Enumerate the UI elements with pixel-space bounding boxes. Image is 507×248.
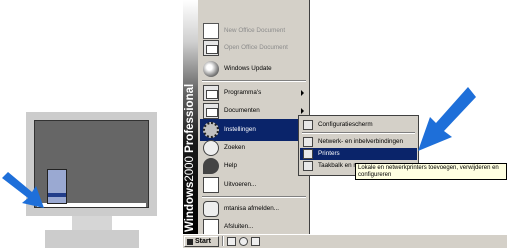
tooltip-line-1: Lokale en netwerkprinters toevoegen, ver… xyxy=(358,165,499,171)
run-icon xyxy=(203,177,219,193)
globe-icon xyxy=(203,61,219,77)
submenu-item-netwerk[interactable]: Netwerk- en inbelverbindingen xyxy=(300,136,417,148)
monitor-stand-base xyxy=(45,230,139,248)
start-menu-item-uitvoeren[interactable]: Uitvoeren... xyxy=(200,174,308,196)
submenu-arrow-icon xyxy=(301,108,304,114)
help-icon xyxy=(203,158,219,174)
start-button[interactable]: Start xyxy=(184,236,219,247)
search-icon xyxy=(203,140,219,156)
programs-folder-icon xyxy=(203,85,219,101)
submenu-item-printers[interactable]: Printers xyxy=(300,148,417,160)
start-menu-item-windows-update[interactable]: Windows Update xyxy=(200,58,308,80)
monitor-start-menu xyxy=(47,169,67,204)
control-panel-icon xyxy=(303,120,313,130)
tooltip-line-2: configureren xyxy=(358,172,392,178)
internet-explorer-icon[interactable] xyxy=(239,237,248,246)
show-desktop-icon[interactable] xyxy=(227,237,236,246)
network-icon xyxy=(303,137,313,147)
taskbar-icon xyxy=(303,161,313,171)
submenu-separator xyxy=(302,132,415,134)
windows-flag-icon xyxy=(187,239,193,245)
outlook-express-icon[interactable] xyxy=(251,237,260,246)
printers-tooltip: Lokale en netwerkprinters toevoegen, ver… xyxy=(355,163,507,180)
monitor-start-menu-highlight xyxy=(48,193,66,197)
monitor-stand-neck xyxy=(72,216,112,230)
blue-arrow-left-icon xyxy=(0,170,50,210)
taskbar-divider xyxy=(222,236,224,246)
start-menu-item-open-office-document[interactable]: Open Office Document xyxy=(200,37,308,59)
windows-banner-text: Windows2000 Professional xyxy=(184,83,196,232)
submenu-item-configuratiescherm[interactable]: Configuratiescherm xyxy=(300,119,417,131)
shutdown-icon xyxy=(203,219,219,235)
open-document-icon xyxy=(203,40,219,56)
blue-arrow-right-icon xyxy=(410,85,478,155)
printer-icon xyxy=(303,149,313,159)
settings-icon xyxy=(203,122,219,138)
documents-folder-icon xyxy=(203,103,219,119)
submenu-arrow-icon xyxy=(301,90,304,96)
logoff-key-icon xyxy=(203,201,219,217)
